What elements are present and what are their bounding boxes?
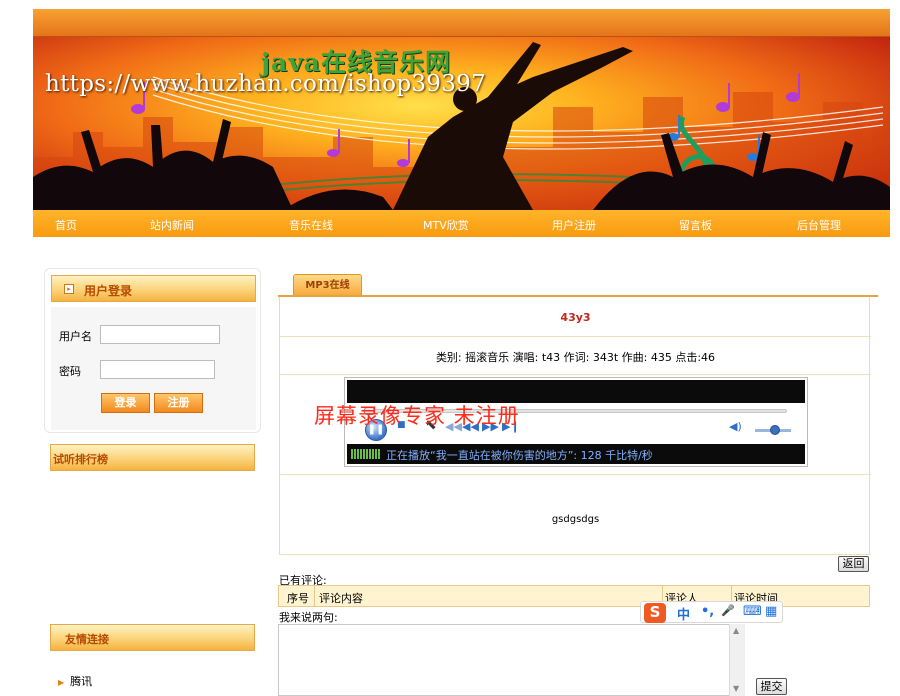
nav-admin[interactable]: 后台管理 bbox=[797, 217, 841, 233]
textarea-scrollbar[interactable]: ▲ ▼ bbox=[729, 624, 745, 696]
ime-toolbar: S 中 •, 🎤 ⌨ ▦ bbox=[640, 601, 783, 623]
nav-music-online[interactable]: 音乐在线 bbox=[289, 217, 333, 233]
password-input[interactable] bbox=[100, 360, 215, 379]
scroll-down-icon[interactable]: ▼ bbox=[733, 684, 739, 693]
header-banner: java在线音乐网 https://www.huzhan.com/ishop39… bbox=[33, 37, 890, 210]
toolbox-icon[interactable]: ▦ bbox=[765, 604, 777, 619]
volume-icon[interactable]: ◀) bbox=[729, 420, 742, 433]
username-input[interactable] bbox=[100, 325, 220, 344]
col-content: 评论内容 bbox=[319, 592, 363, 605]
ime-chinese-mode[interactable]: 中 bbox=[677, 604, 690, 623]
nav-home[interactable]: 首页 bbox=[55, 217, 77, 233]
volume-knob[interactable] bbox=[770, 425, 780, 435]
song-description: gsdgsdgs bbox=[551, 514, 600, 525]
login-form: 用户名 密码 登录 注册 bbox=[51, 307, 256, 430]
banner-artwork bbox=[33, 42, 890, 210]
keyboard-icon[interactable]: ⌨ bbox=[743, 604, 762, 619]
nav-register[interactable]: 用户注册 bbox=[552, 217, 596, 233]
recorder-watermark: 屏幕录像专家 未注册 bbox=[314, 404, 520, 428]
login-panel: ▸ 用户登录 用户名 密码 登录 注册 bbox=[44, 268, 261, 433]
username-label: 用户名 bbox=[59, 330, 92, 343]
scroll-up-icon[interactable]: ▲ bbox=[733, 626, 739, 635]
submit-button[interactable]: 提交 bbox=[756, 678, 787, 695]
header-top-bar bbox=[33, 9, 890, 37]
site-header: java在线音乐网 https://www.huzhan.com/ishop39… bbox=[33, 9, 890, 237]
song-title: 43y3 bbox=[560, 311, 591, 324]
ranking-title: 试听排行榜 bbox=[53, 453, 108, 466]
player-status-bar: 正在播放“我一直站在被你伤害的地方”: 128 千比特/秒 bbox=[347, 444, 805, 464]
friend-link-label: 腾讯 bbox=[70, 675, 93, 688]
tab-mp3-online[interactable]: MP3在线 bbox=[293, 274, 362, 296]
say-something-label: 我来说两句: bbox=[279, 611, 338, 624]
login-header-icon: ▸ bbox=[64, 284, 74, 294]
friends-title: 友情连接 bbox=[65, 633, 109, 646]
col-index: 序号 bbox=[287, 592, 309, 605]
ranking-panel-header: 试听排行榜 bbox=[50, 444, 255, 471]
left-sidebar: ▸ 用户登录 用户名 密码 登录 注册 试听排行榜 友情连接 ▶ 腾讯 bbox=[44, 268, 261, 695]
password-label: 密码 bbox=[59, 365, 81, 378]
main-nav: 首页 站内新闻 音乐在线 MTV欣赏 用户注册 留言板 后台管理 bbox=[33, 210, 890, 237]
nav-guestbook[interactable]: 留言板 bbox=[679, 217, 712, 233]
bullet-arrow-icon: ▶ bbox=[58, 678, 65, 687]
login-button[interactable]: 登录 bbox=[101, 393, 150, 413]
column-divider bbox=[314, 586, 315, 606]
microphone-icon[interactable]: 🎤 bbox=[721, 604, 735, 617]
song-info: 类别: 摇滚音乐 演唱: t43 作词: 343t 作曲: 435 点击:46 bbox=[435, 351, 716, 364]
back-button[interactable]: 返回 bbox=[838, 556, 869, 572]
friend-link-item[interactable]: ▶ 腾讯 bbox=[58, 673, 92, 689]
audio-visualizer-icon bbox=[351, 449, 381, 459]
nav-news[interactable]: 站内新闻 bbox=[150, 217, 194, 233]
sogou-logo-icon[interactable]: S bbox=[644, 603, 666, 623]
main-content: MP3在线 43y3 类别: 摇滚音乐 演唱: t43 作词: 343t 作曲:… bbox=[278, 272, 878, 696]
now-playing-text: 正在播放“我一直站在被你伤害的地方”: 128 千比特/秒 bbox=[386, 449, 653, 462]
nav-mtv[interactable]: MTV欣赏 bbox=[423, 217, 469, 233]
banner-watermark-url: https://www.huzhan.com/ishop39397 bbox=[45, 71, 487, 97]
login-panel-header: ▸ 用户登录 bbox=[51, 275, 256, 302]
comment-textarea[interactable] bbox=[278, 624, 745, 696]
song-detail-box: 43y3 类别: 摇滚音乐 演唱: t43 作词: 343t 作曲: 435 点… bbox=[279, 297, 871, 555]
login-title: 用户登录 bbox=[84, 284, 133, 298]
ime-punctuation-icon[interactable]: •, bbox=[701, 604, 714, 619]
register-button[interactable]: 注册 bbox=[154, 393, 203, 413]
friends-panel-header: 友情连接 bbox=[50, 624, 255, 651]
